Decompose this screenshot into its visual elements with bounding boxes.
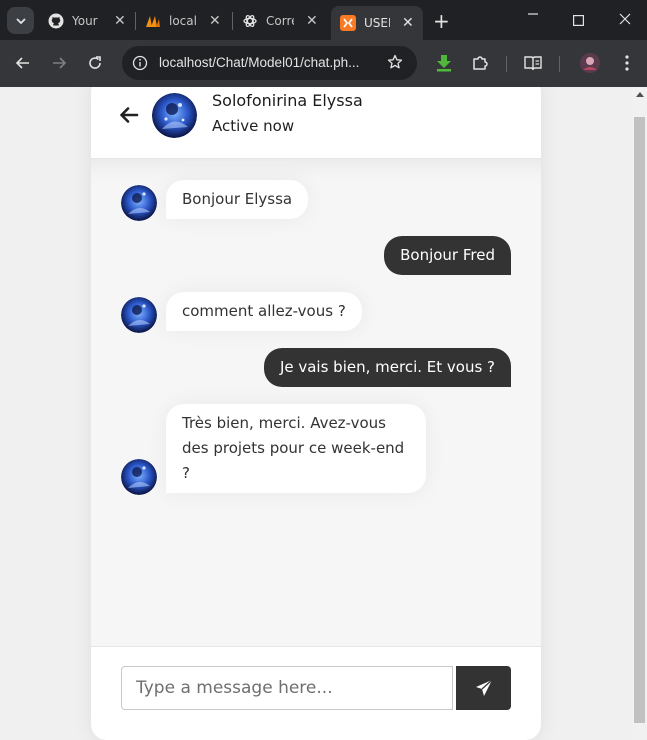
tab-title: Corre bbox=[266, 14, 294, 28]
tab-divider bbox=[135, 12, 136, 30]
reading-mode-icon[interactable] bbox=[523, 53, 543, 73]
extensions-puzzle-icon[interactable] bbox=[470, 53, 490, 73]
download-extension-icon[interactable] bbox=[434, 53, 454, 73]
scrollbar-thumb[interactable] bbox=[634, 117, 645, 723]
tab-title: local bbox=[169, 14, 197, 28]
tab-search-button[interactable] bbox=[7, 7, 34, 34]
tab-chatgpt[interactable]: Corre ✕ bbox=[242, 6, 318, 36]
toolbar-divider bbox=[559, 56, 560, 72]
bookmark-star-icon[interactable] bbox=[387, 54, 403, 74]
phpmyadmin-icon bbox=[145, 13, 161, 29]
address-bar[interactable]: localhost/Chat/Model01/chat.ph... bbox=[122, 46, 417, 80]
message-input[interactable] bbox=[121, 666, 453, 710]
paper-plane-icon bbox=[475, 679, 492, 696]
xampp-icon bbox=[340, 15, 356, 31]
toolbar-divider bbox=[506, 56, 507, 72]
message-typing-area bbox=[91, 646, 541, 740]
url-text: localhost/Chat/Model01/chat.ph... bbox=[159, 55, 360, 70]
tab-github[interactable]: Your ✕ bbox=[48, 6, 126, 36]
forward-icon[interactable] bbox=[49, 53, 69, 73]
profile-avatar-icon[interactable] bbox=[579, 52, 601, 74]
close-icon[interactable]: ✕ bbox=[114, 13, 126, 29]
new-tab-plus-icon[interactable]: + bbox=[433, 9, 450, 33]
browser-tab-bar: Your ✕ local ✕ Corre ✕ USER ✕ + bbox=[0, 0, 647, 40]
reload-icon[interactable] bbox=[85, 53, 105, 73]
tab-user-active[interactable]: USER ✕ bbox=[331, 6, 423, 40]
chat-window: Solofonirina Elyssa Active now Bonjour E… bbox=[91, 87, 541, 740]
site-info-icon[interactable] bbox=[132, 55, 148, 75]
maximize-icon[interactable] bbox=[573, 14, 585, 30]
message-bubble-incoming: Très bien, merci. Avez-vous des projets … bbox=[166, 404, 426, 493]
contact-status: Active now bbox=[212, 117, 295, 135]
avatar bbox=[121, 185, 157, 221]
message-bubble-outgoing: Je vais bien, merci. Et vous ? bbox=[263, 348, 511, 387]
tab-title: Your bbox=[72, 14, 98, 28]
chevron-down-icon bbox=[15, 17, 26, 24]
chat-header: Solofonirina Elyssa Active now bbox=[91, 87, 541, 159]
avatar bbox=[152, 93, 197, 138]
message-bubble-incoming: Bonjour Elyssa bbox=[166, 180, 309, 219]
close-icon[interactable]: ✕ bbox=[306, 13, 318, 29]
back-icon[interactable] bbox=[13, 53, 33, 73]
close-window-icon[interactable] bbox=[619, 13, 631, 29]
back-arrow-icon[interactable] bbox=[119, 105, 139, 125]
send-button[interactable] bbox=[456, 666, 511, 710]
close-icon[interactable]: ✕ bbox=[209, 13, 221, 29]
avatar bbox=[121, 297, 157, 333]
close-icon[interactable]: ✕ bbox=[402, 15, 414, 31]
contact-name: Solofonirina Elyssa bbox=[212, 91, 363, 110]
page-scrollbar[interactable] bbox=[632, 87, 647, 740]
minimize-icon[interactable] bbox=[527, 8, 539, 24]
message-bubble-incoming: comment allez-vous ? bbox=[166, 292, 362, 331]
tab-title: USER bbox=[364, 16, 390, 30]
message-bubble-outgoing: Bonjour Fred bbox=[384, 236, 511, 275]
browser-menu-icon[interactable] bbox=[617, 53, 637, 73]
page-viewport: Solofonirina Elyssa Active now Bonjour E… bbox=[0, 87, 632, 740]
tab-phpmyadmin[interactable]: local ✕ bbox=[145, 6, 221, 36]
chat-messages-area: Bonjour Elyssa Bonjour Fred comment alle… bbox=[91, 159, 541, 646]
scroll-up-arrow-icon[interactable] bbox=[636, 92, 644, 97]
chatgpt-icon bbox=[242, 13, 258, 29]
github-icon bbox=[48, 13, 64, 29]
tab-divider bbox=[232, 12, 233, 30]
avatar bbox=[121, 459, 157, 495]
browser-toolbar: localhost/Chat/Model01/chat.ph... bbox=[0, 40, 647, 87]
